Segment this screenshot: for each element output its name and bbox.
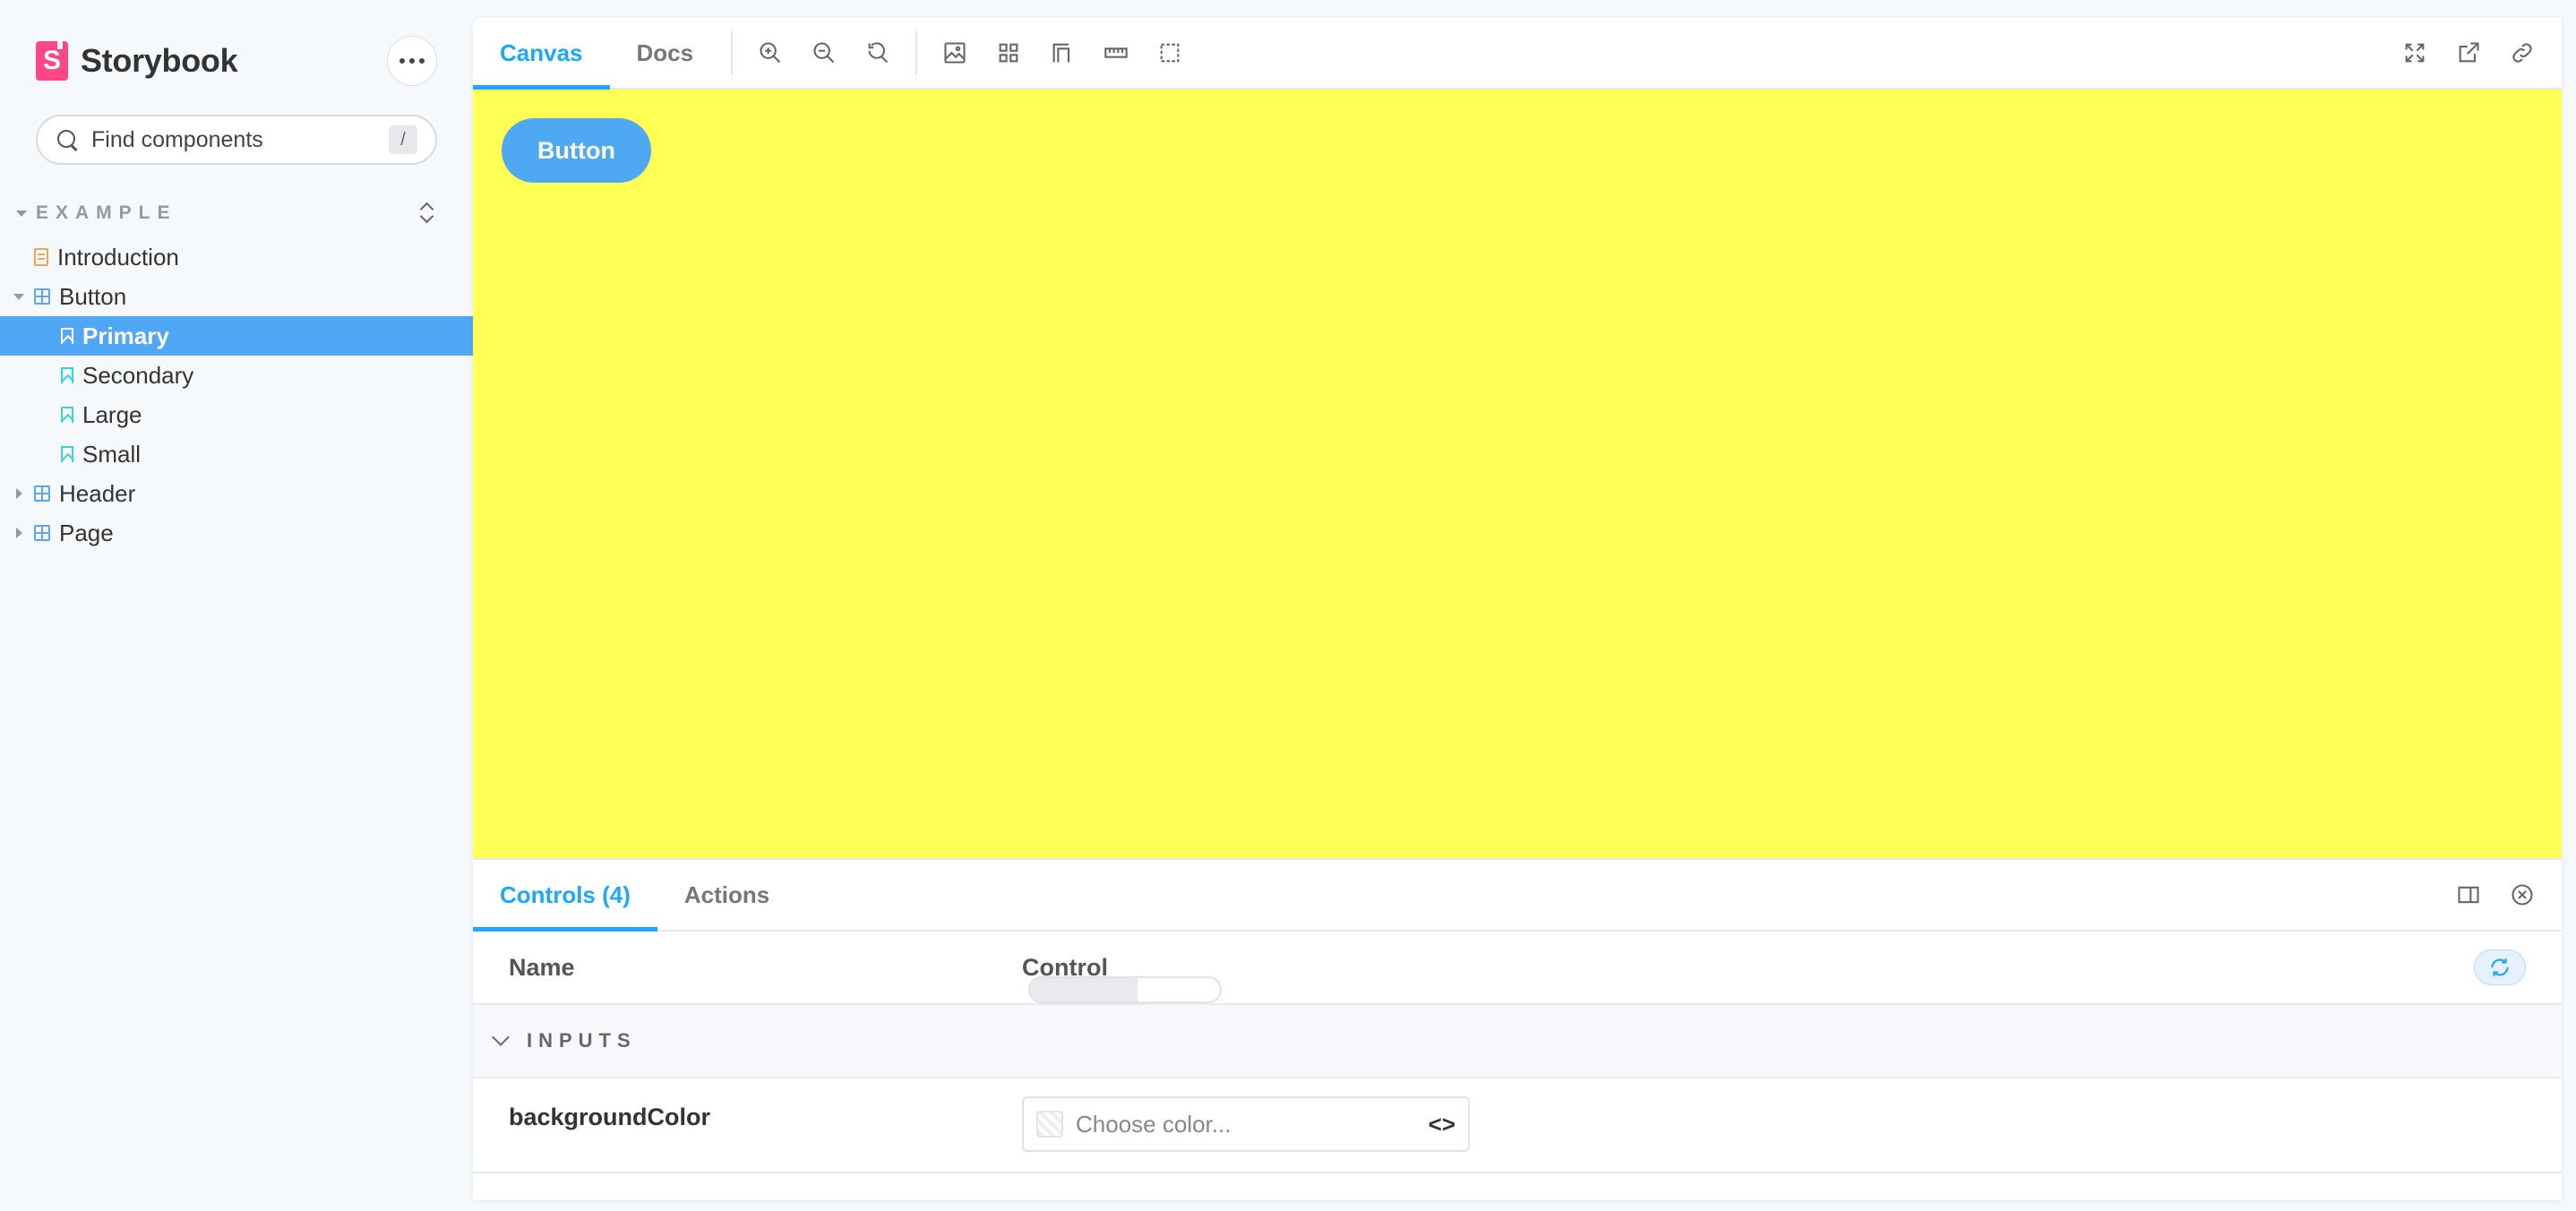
tree-item-label: Secondary bbox=[82, 361, 194, 389]
tree-item-primary[interactable]: Primary bbox=[0, 316, 473, 356]
outline-icon bbox=[1160, 43, 1180, 63]
toolbar-right bbox=[2388, 18, 2562, 88]
close-panel-button[interactable] bbox=[2495, 860, 2549, 930]
tree-item-header[interactable]: Header bbox=[0, 474, 473, 513]
dot-icon bbox=[409, 58, 415, 64]
tree-item-label: Large bbox=[82, 400, 142, 428]
chevron-down-icon bbox=[492, 1028, 510, 1046]
section-example[interactable]: EXAMPLE bbox=[16, 201, 437, 226]
storybook-app: S Storybook / EXAMPLE Introduction bbox=[0, 0, 2576, 1211]
toggle-panel-orientation-button[interactable] bbox=[2442, 860, 2495, 930]
background-icon bbox=[944, 42, 966, 64]
group-label: INPUTS bbox=[527, 1029, 637, 1052]
fullscreen-icon bbox=[2405, 43, 2425, 63]
dot-icon bbox=[399, 58, 405, 64]
brand[interactable]: S Storybook bbox=[36, 39, 238, 82]
color-swatch-icon[interactable] bbox=[1036, 1111, 1063, 1138]
search-box[interactable]: / bbox=[36, 115, 437, 165]
zoom-reset-button[interactable] bbox=[851, 18, 905, 88]
zoom-reset-icon bbox=[868, 42, 889, 64]
tree-item-small[interactable]: Small bbox=[0, 434, 473, 474]
tab-docs[interactable]: Docs bbox=[610, 18, 721, 88]
grid-icon bbox=[999, 43, 1018, 63]
background-button[interactable] bbox=[928, 18, 982, 88]
addons-tabbar: Controls (4) Actions bbox=[473, 860, 2562, 932]
tree-item-label: Button bbox=[59, 282, 127, 310]
story-bookmark-icon bbox=[61, 328, 73, 344]
panel-right-icon bbox=[2458, 886, 2479, 904]
tree-item-label: Page bbox=[59, 519, 114, 546]
caret-right-icon bbox=[15, 488, 22, 499]
caret-right-icon bbox=[15, 528, 22, 538]
story-primary-button[interactable]: Button bbox=[502, 118, 651, 183]
zoom-in-icon bbox=[760, 42, 781, 64]
tab-controls[interactable]: Controls (4) bbox=[473, 860, 657, 932]
measure-icon bbox=[1104, 47, 1128, 58]
component-icon bbox=[34, 485, 50, 502]
more-menu-button[interactable] bbox=[387, 36, 437, 86]
copy-link-button[interactable] bbox=[2495, 18, 2549, 88]
close-circle-icon bbox=[2512, 884, 2533, 906]
color-picker-field[interactable]: <> bbox=[1022, 1096, 1470, 1152]
code-toggle-icon[interactable]: <> bbox=[1429, 1111, 1455, 1138]
toolbar-divider bbox=[731, 31, 734, 74]
tree-item-label: Primary bbox=[82, 322, 169, 349]
storybook-logo-icon: S bbox=[36, 39, 68, 81]
reset-icon bbox=[2491, 958, 2509, 976]
zoom-out-button[interactable] bbox=[797, 18, 851, 88]
outline-button[interactable] bbox=[1143, 18, 1197, 88]
column-name: Name bbox=[509, 953, 575, 981]
reset-controls-button[interactable] bbox=[2474, 949, 2526, 985]
brand-name: Storybook bbox=[81, 42, 238, 79]
tree-item-label: Small bbox=[82, 440, 142, 468]
addon-actions bbox=[2442, 860, 2562, 930]
expand-collapse-icon[interactable] bbox=[416, 201, 437, 226]
component-tree: Introduction Button Primary Secondary La… bbox=[0, 237, 473, 553]
grid-button[interactable] bbox=[982, 18, 1035, 88]
sidebar: S Storybook / EXAMPLE Introduction bbox=[0, 0, 473, 1211]
viewport-button[interactable] bbox=[1035, 18, 1089, 88]
zoom-in-button[interactable] bbox=[743, 18, 797, 88]
tree-item-large[interactable]: Large bbox=[0, 395, 473, 434]
tree-item-label: Header bbox=[59, 479, 136, 507]
toolbar-divider bbox=[915, 31, 918, 74]
open-new-tab-icon bbox=[2459, 42, 2479, 63]
open-new-tab-button[interactable] bbox=[2442, 18, 2495, 88]
viewport-icon bbox=[1052, 43, 1070, 63]
copy-link-icon bbox=[2512, 43, 2532, 63]
tree-item-introduction[interactable]: Introduction bbox=[0, 237, 473, 277]
tree-item-secondary[interactable]: Secondary bbox=[0, 356, 473, 395]
tab-canvas[interactable]: Canvas bbox=[473, 18, 610, 90]
tree-item-label: Introduction bbox=[57, 243, 179, 271]
section-label: EXAMPLE bbox=[36, 202, 177, 223]
caret-down-icon bbox=[13, 293, 24, 300]
control-row-backgroundcolor: backgroundColor <> bbox=[473, 1078, 2562, 1173]
color-input[interactable] bbox=[1076, 1110, 1429, 1138]
story-canvas[interactable]: Button bbox=[473, 90, 2562, 858]
tree-item-page[interactable]: Page bbox=[0, 513, 473, 553]
story-bookmark-icon bbox=[61, 446, 73, 462]
fullscreen-button[interactable] bbox=[2388, 18, 2442, 88]
search-shortcut-key: / bbox=[389, 125, 417, 154]
controls-group-inputs[interactable]: INPUTS bbox=[473, 1005, 2562, 1078]
story-bookmark-icon bbox=[61, 407, 73, 423]
caret-down-icon bbox=[16, 210, 27, 217]
next-control-toggle[interactable] bbox=[1028, 976, 1222, 1003]
prop-name: backgroundColor bbox=[509, 1104, 711, 1130]
zoom-out-icon bbox=[813, 42, 835, 64]
search-icon bbox=[56, 128, 79, 151]
tree-item-button[interactable]: Button bbox=[0, 277, 473, 316]
tab-actions[interactable]: Actions bbox=[657, 860, 796, 930]
measure-button[interactable] bbox=[1089, 18, 1143, 88]
search-input[interactable] bbox=[91, 126, 389, 153]
document-icon bbox=[34, 248, 48, 266]
component-icon bbox=[34, 525, 50, 541]
preview-toolbar: Canvas Docs bbox=[473, 18, 2562, 90]
component-icon bbox=[34, 288, 50, 305]
addons-panel: Controls (4) Actions Name Control INPUTS… bbox=[473, 858, 2562, 1200]
controls-table-header: Name Control bbox=[473, 932, 2562, 1005]
main-panel: Canvas Docs Button Controls (4) Actions … bbox=[473, 18, 2562, 1200]
story-bookmark-icon bbox=[61, 367, 73, 383]
dot-icon bbox=[419, 58, 425, 64]
